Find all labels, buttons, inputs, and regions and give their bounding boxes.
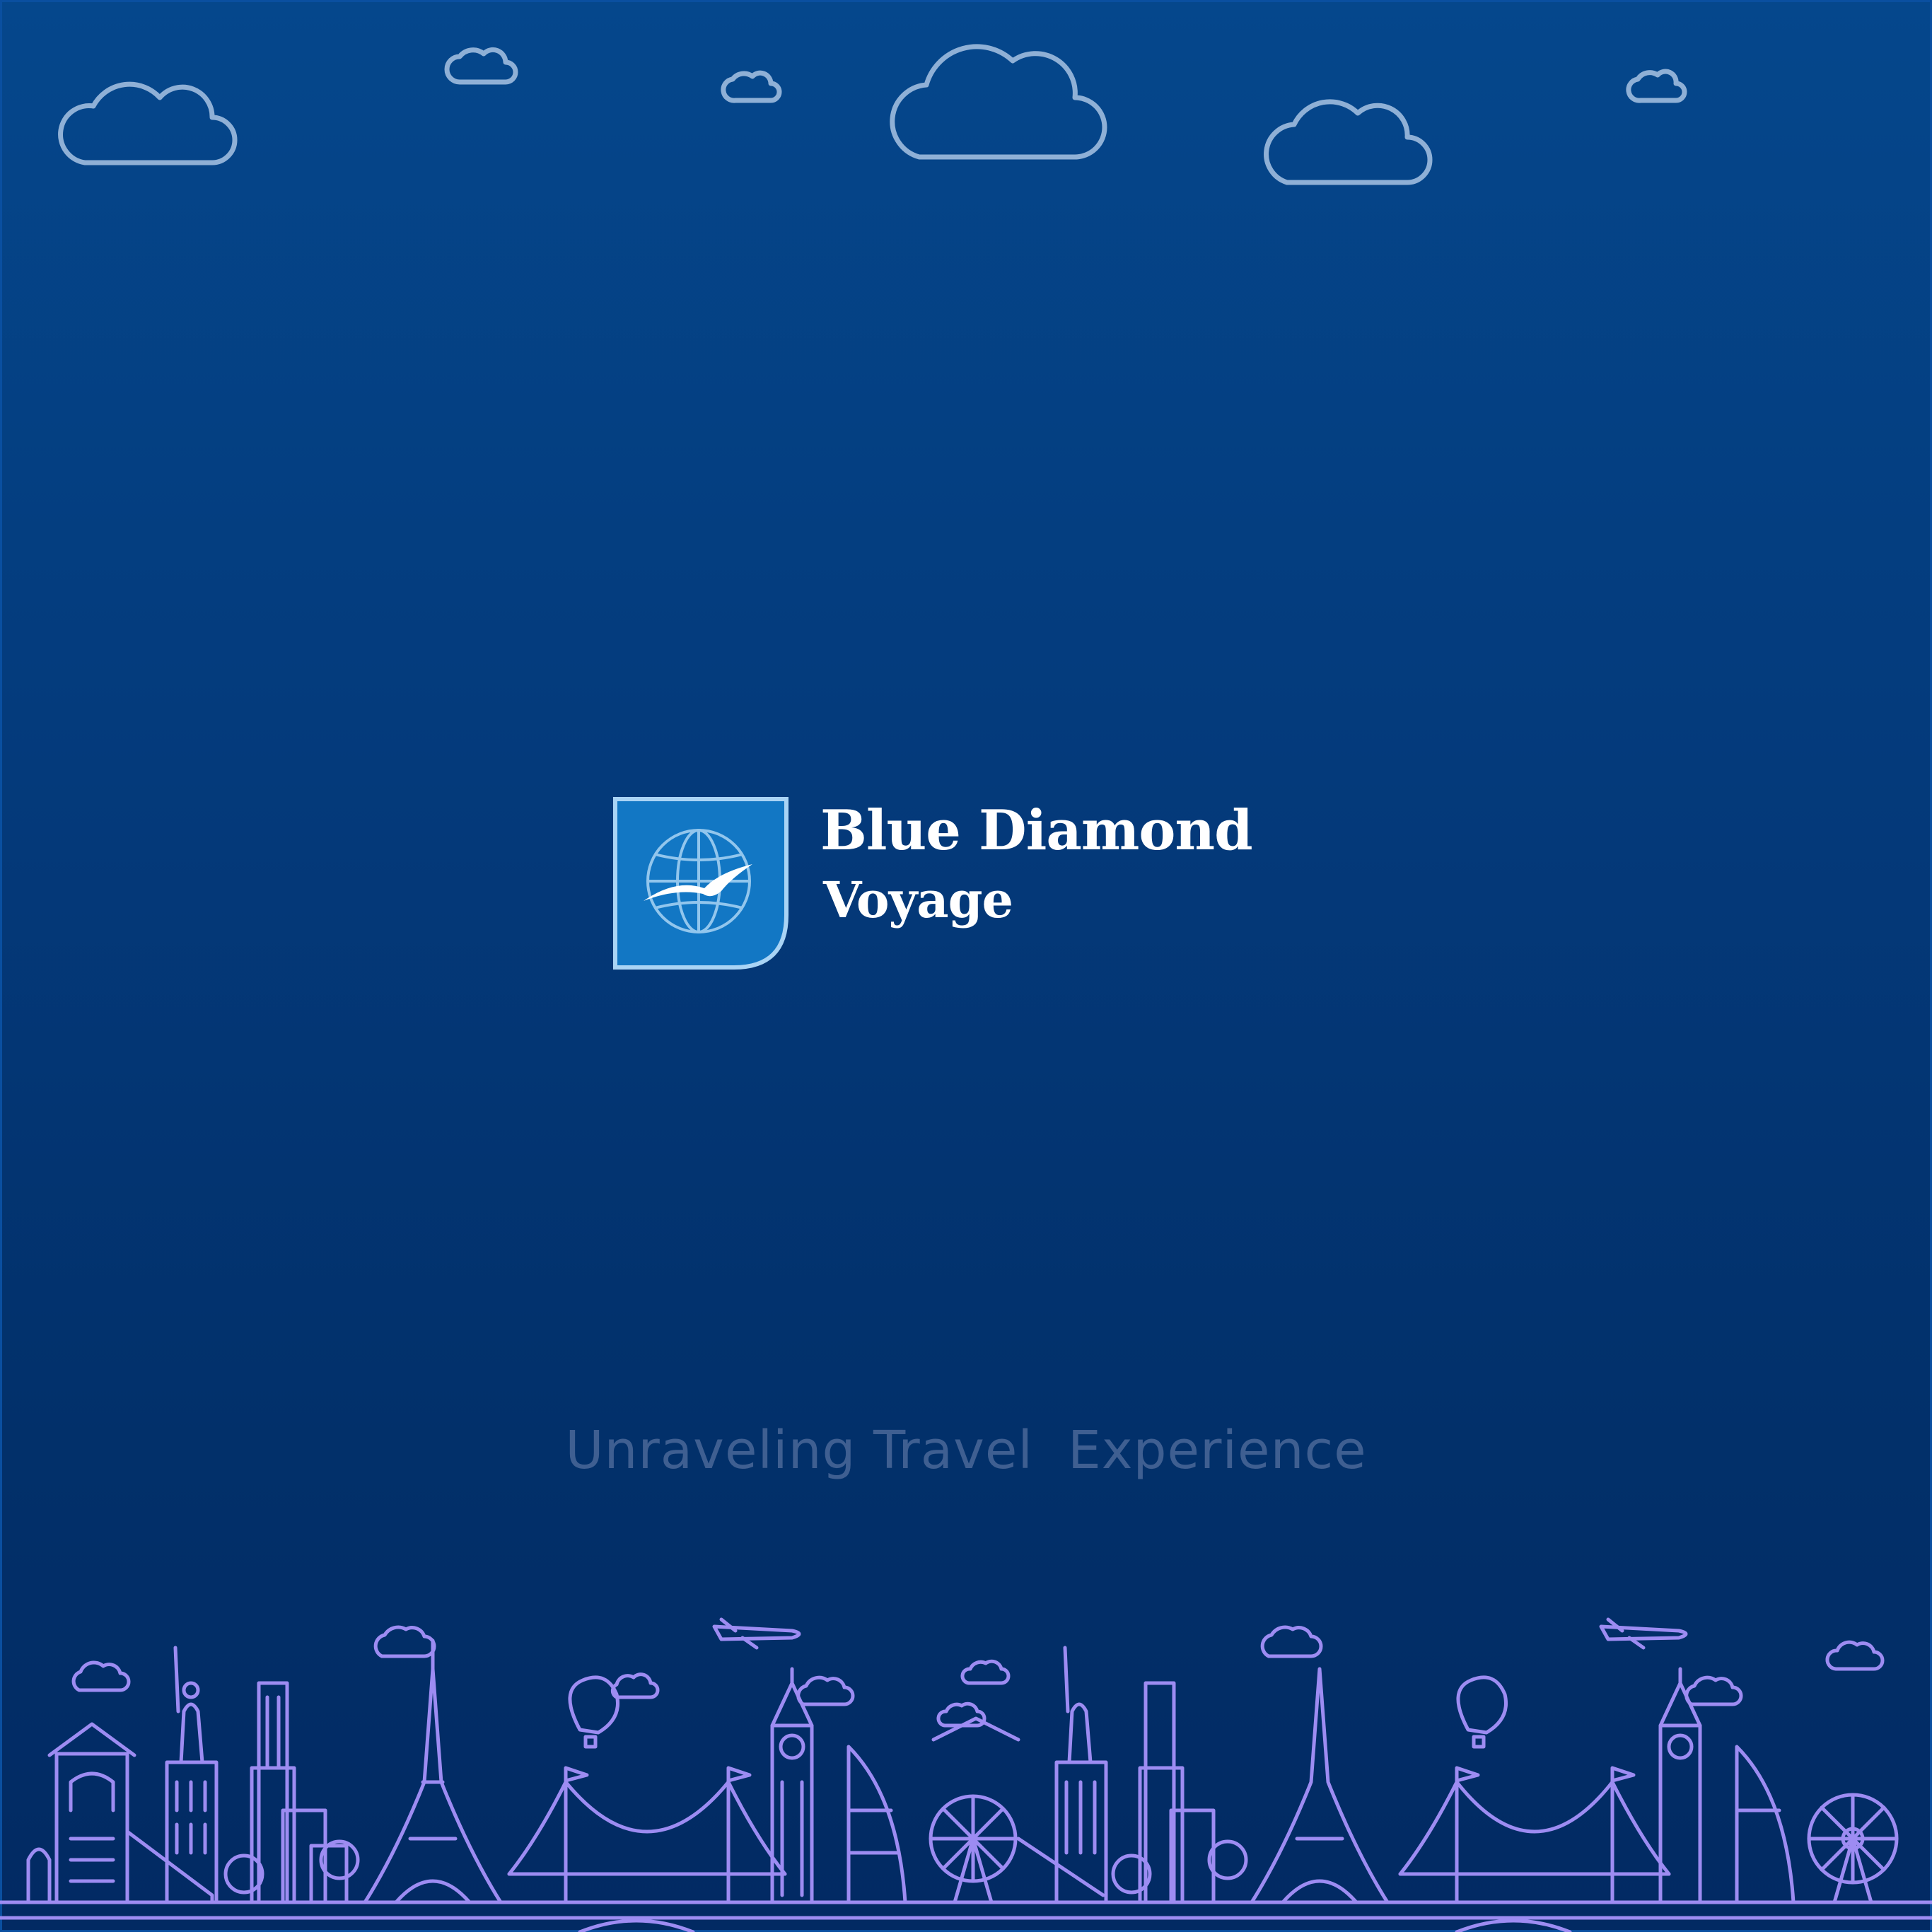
- brand-name: Blue Diamond: [820, 798, 1253, 863]
- airplane-icon: [712, 1617, 801, 1650]
- playground-icon: [47, 1722, 214, 1904]
- skyline-illustration: [0, 1617, 1932, 1932]
- cloud-icon: [58, 81, 238, 165]
- globe-seagull-icon: [613, 797, 788, 970]
- cloud-icon: [1264, 99, 1433, 185]
- bridge-icon: [507, 1766, 787, 1904]
- clouds-decoration: [58, 44, 1687, 185]
- cloud-icon: [444, 47, 518, 85]
- eiffel-tower-icon: [363, 1639, 503, 1904]
- tagline: Unraveling Travel Experience: [565, 1420, 1367, 1481]
- statue-of-liberty-icon: [165, 1646, 219, 1904]
- cloud-icon: [1626, 69, 1687, 103]
- cloud-icon: [890, 44, 1107, 160]
- cloud-icon: [721, 70, 782, 103]
- brand-subtitle: Voyage: [823, 871, 1013, 929]
- ferris-wheel-icon: [929, 1794, 1018, 1904]
